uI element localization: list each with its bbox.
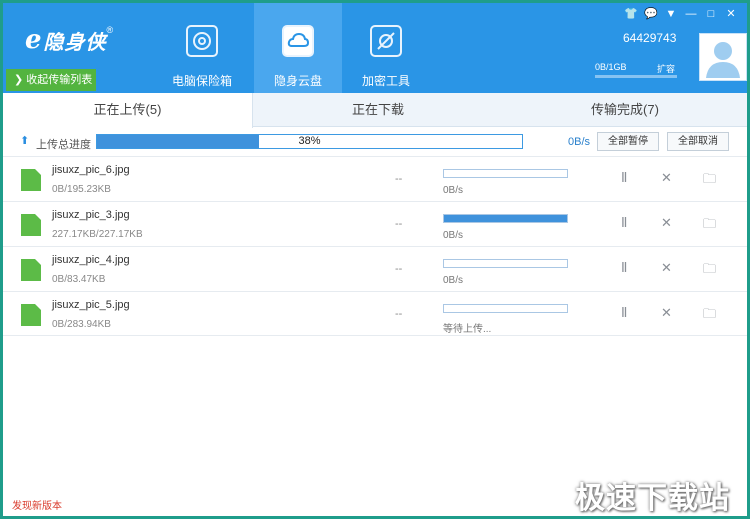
chevron-left-icon: ❯: [14, 74, 27, 86]
nav-item-cloud-disk[interactable]: 隐身云盘: [254, 3, 342, 93]
storage-bar: [595, 75, 677, 78]
time-remaining: --: [395, 308, 403, 320]
list-item[interactable]: jisuxz_pic_3.jpg 227.17KB/227.17KB -- 0B…: [3, 201, 747, 246]
cloud-disk-icon: [282, 25, 314, 57]
file-size: 227.17KB/227.17KB: [52, 229, 143, 240]
expand-storage-link[interactable]: 扩容: [657, 62, 675, 75]
folder-icon[interactable]: 🗀: [703, 215, 716, 237]
menu-dropdown-icon[interactable]: ▼: [661, 6, 681, 22]
folder-icon[interactable]: 🗀: [703, 260, 716, 282]
cancel-icon[interactable]: ✕: [661, 305, 672, 321]
watermark: 极速下载站: [575, 482, 730, 515]
file-name: jisuxz_pic_4.jpg: [52, 254, 130, 266]
nav-label-encrypt-tool: 加密工具: [361, 74, 410, 88]
folder-icon[interactable]: 🗀: [703, 305, 716, 327]
file-name: jisuxz_pic_5.jpg: [52, 299, 130, 311]
folder-icon[interactable]: 🗀: [703, 170, 716, 192]
nav-label-safe: 电脑保险箱: [171, 74, 232, 88]
avatar[interactable]: [699, 33, 747, 81]
file-progress-bar: [443, 304, 568, 313]
cancel-icon[interactable]: ✕: [661, 170, 672, 186]
file-progress-fill: [444, 215, 567, 222]
file-status: 等待上传...: [443, 324, 492, 335]
image-file-icon: [21, 259, 41, 281]
total-progress-percent: 38%: [298, 135, 321, 147]
safe-icon: [186, 25, 218, 57]
pause-icon[interactable]: Ⅱ: [621, 170, 627, 186]
time-remaining: --: [395, 173, 403, 185]
maximize-button[interactable]: □: [701, 6, 721, 22]
tab-downloading[interactable]: 正在下载: [253, 93, 503, 127]
header: e 隐身侠® 电脑保险箱 隐身云盘 加密工具 👕 💬 ▼ — □ ✕ 64429…: [3, 3, 747, 93]
storage-usage: 0B/1GB: [595, 62, 627, 72]
message-icon[interactable]: 💬: [641, 6, 661, 22]
cancel-icon[interactable]: ✕: [661, 215, 672, 231]
minimize-button[interactable]: —: [681, 6, 701, 22]
image-file-icon: [21, 214, 41, 236]
pause-icon[interactable]: Ⅱ: [621, 215, 627, 231]
image-file-icon: [21, 169, 41, 191]
file-speed: 0B/s: [443, 185, 464, 196]
tab-uploading[interactable]: 正在上传(5): [3, 93, 253, 128]
logo-registered: ®: [106, 25, 114, 35]
app-window: e 隐身侠® 电脑保险箱 隐身云盘 加密工具 👕 💬 ▼ — □ ✕ 64429…: [0, 0, 750, 519]
logo-mark: e: [25, 25, 42, 55]
file-size: 0B/195.23KB: [52, 184, 111, 195]
logo: e 隐身侠®: [25, 25, 113, 55]
upload-progress-row: ⬆ 上传总进度 38% 0B/s 全部暂停 全部取消: [3, 128, 747, 156]
user-id: 64429743: [623, 31, 677, 45]
window-controls: 👕 💬 ▼ — □ ✕: [621, 6, 741, 22]
list-item[interactable]: jisuxz_pic_6.jpg 0B/195.23KB -- 0B/s Ⅱ ✕…: [3, 156, 747, 201]
transfer-tabs: 正在上传(5) 正在下载 传输完成(7): [3, 93, 747, 128]
nav-item-safe[interactable]: 电脑保险箱: [158, 3, 246, 93]
file-name: jisuxz_pic_3.jpg: [52, 209, 130, 221]
upload-speed: 0B/s: [568, 136, 591, 148]
list-item[interactable]: jisuxz_pic_4.jpg 0B/83.47KB -- 0B/s Ⅱ ✕ …: [3, 246, 747, 291]
cancel-all-button[interactable]: 全部取消: [667, 132, 729, 151]
file-progress-bar: [443, 169, 568, 178]
collapse-transfer-list-button[interactable]: ❯ 收起传输列表: [6, 69, 96, 91]
collapse-label: 收起传输列表: [26, 74, 93, 86]
pause-all-button[interactable]: 全部暂停: [597, 132, 659, 151]
file-size: 0B/83.47KB: [52, 274, 106, 285]
close-button[interactable]: ✕: [721, 6, 741, 22]
total-progress-bar: 38%: [96, 134, 523, 149]
file-progress-bar: [443, 259, 568, 268]
file-speed: 0B/s: [443, 275, 464, 286]
file-speed: 0B/s: [443, 230, 464, 241]
file-size: 0B/283.94KB: [52, 319, 111, 330]
skin-icon[interactable]: 👕: [621, 6, 641, 22]
encrypt-tool-icon: [370, 25, 402, 57]
tab-completed[interactable]: 传输完成(7): [503, 93, 747, 127]
upload-progress-label: 上传总进度: [36, 139, 91, 151]
pause-icon[interactable]: Ⅱ: [621, 260, 627, 276]
cancel-icon[interactable]: ✕: [661, 260, 672, 276]
storage-info: 0B/1GB 扩容: [595, 62, 675, 74]
file-name: jisuxz_pic_6.jpg: [52, 164, 130, 176]
time-remaining: --: [395, 218, 403, 230]
upload-arrow-icon: ⬆: [20, 135, 30, 147]
image-file-icon: [21, 304, 41, 326]
nav-label-cloud-disk: 隐身云盘: [273, 74, 322, 88]
new-version-link[interactable]: 发现新版本: [12, 497, 62, 512]
logo-text: 隐身侠: [43, 31, 107, 54]
nav-item-encrypt-tool[interactable]: 加密工具: [342, 3, 430, 93]
pause-icon[interactable]: Ⅱ: [621, 305, 627, 321]
list-item[interactable]: jisuxz_pic_5.jpg 0B/283.94KB -- 等待上传... …: [3, 291, 747, 336]
file-progress-bar: [443, 214, 568, 223]
time-remaining: --: [395, 263, 403, 275]
